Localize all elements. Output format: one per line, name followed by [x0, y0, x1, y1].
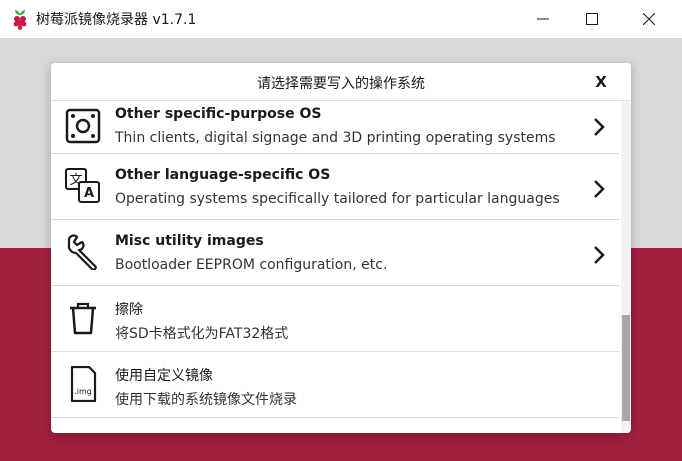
os-list-item-language-specific[interactable]: 文 A Other language-specific OS Operating… — [51, 154, 619, 220]
os-item-description: 使用下载的系统镜像文件烧录 — [115, 392, 297, 408]
os-item-title: Misc utility images — [115, 233, 264, 249]
os-list-item-custom-image[interactable]: .img 使用自定义镜像 使用下载的系统镜像文件烧录 — [51, 352, 619, 418]
svg-text:A: A — [84, 186, 94, 201]
os-item-title: Other language-specific OS — [115, 167, 331, 183]
trash-icon — [70, 302, 96, 335]
maximize-icon — [586, 13, 598, 25]
dialog-title: 请选择需要写入的操作系统 — [257, 76, 425, 92]
os-item-description: Operating systems specifically tailored … — [115, 191, 560, 207]
os-list-item-erase[interactable]: 擦除 将SD卡格式化为FAT32格式 — [51, 286, 619, 352]
os-select-dialog: 请选择需要写入的操作系统 X Other specific-purpose OS… — [51, 63, 631, 433]
os-item-description: Bootloader EEPROM configuration, etc. — [115, 257, 388, 273]
chevron-right-icon — [594, 246, 605, 264]
img-file-icon: .img — [70, 366, 97, 402]
svg-text:.img: .img — [74, 387, 92, 396]
wrench-icon — [67, 234, 97, 270]
os-item-description: 将SD卡格式化为FAT32格式 — [115, 326, 289, 342]
window-title: 树莓派镜像烧录器 v1.7.1 — [36, 12, 197, 28]
os-list-scrollbar[interactable] — [621, 101, 631, 433]
language-icon: 文 A — [65, 168, 100, 203]
chevron-right-icon — [594, 118, 605, 136]
os-list: Other specific-purpose OS Thin clients, … — [51, 101, 619, 433]
minimize-button[interactable] — [520, 0, 566, 38]
specific-purpose-icon — [65, 108, 101, 144]
close-icon — [643, 13, 655, 25]
os-list-item-specific-purpose[interactable]: Other specific-purpose OS Thin clients, … — [51, 101, 619, 154]
scrollbar-thumb[interactable] — [622, 315, 630, 421]
chevron-right-icon — [594, 180, 605, 198]
maximize-button[interactable] — [569, 0, 615, 38]
raspberry-pi-icon — [13, 10, 27, 30]
os-list-item-misc-utility[interactable]: Misc utility images Bootloader EEPROM co… — [51, 220, 619, 286]
os-item-title: Other specific-purpose OS — [115, 106, 322, 122]
close-button[interactable] — [626, 0, 672, 38]
os-item-description: Thin clients, digital signage and 3D pri… — [115, 130, 556, 146]
os-item-title: 使用自定义镜像 — [115, 368, 213, 384]
os-item-title: 擦除 — [115, 302, 143, 318]
dialog-close-button[interactable]: X — [589, 70, 613, 94]
window-titlebar: 树莓派镜像烧录器 v1.7.1 — [0, 0, 682, 38]
dialog-header: 请选择需要写入的操作系统 X — [51, 63, 631, 101]
minimize-icon — [537, 18, 549, 20]
